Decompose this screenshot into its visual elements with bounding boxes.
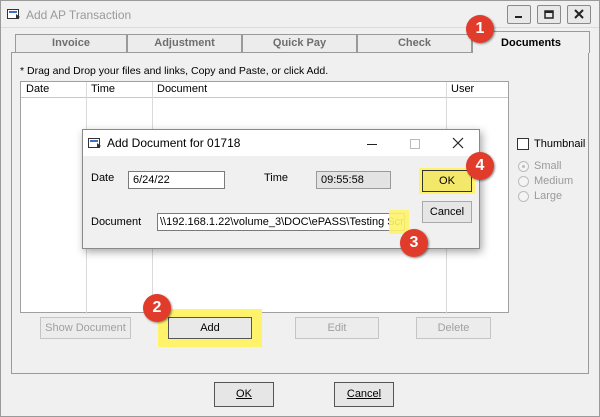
dialog-app-icon — [88, 138, 101, 148]
callout-badge-1: 1 — [466, 15, 494, 43]
thumbnail-label: Thumbnail — [534, 138, 586, 150]
minimize-button[interactable] — [507, 5, 531, 24]
date-field[interactable]: 6/24/22 — [128, 171, 225, 189]
ok-label: OK — [236, 388, 252, 400]
window-title: Add AP Transaction — [26, 8, 132, 22]
time-field: 09:55:58 — [316, 171, 391, 189]
callout-badge-2: 2 — [143, 294, 171, 322]
size-medium-radio[interactable] — [518, 176, 529, 187]
document-label: Document — [91, 216, 142, 228]
tab-adjustment[interactable]: Adjustment — [127, 34, 242, 52]
delete-button[interactable]: Delete — [416, 317, 491, 339]
column-header-user[interactable]: User — [446, 82, 474, 98]
callout-badge-4: 4 — [466, 152, 494, 180]
title-bar: Add AP Transaction — [1, 1, 599, 28]
edit-button[interactable]: Edit — [295, 317, 379, 339]
drag-drop-hint: * Drag and Drop your files and links, Co… — [20, 65, 329, 77]
size-large-label: Large — [534, 190, 563, 202]
restore-button[interactable] — [537, 5, 561, 24]
size-large-radio[interactable] — [518, 191, 529, 202]
app-icon — [7, 9, 20, 19]
minimize-icon — [515, 16, 522, 18]
minimize-icon[interactable] — [366, 138, 378, 150]
column-header-time[interactable]: Time — [86, 82, 115, 98]
size-small-radio[interactable] — [518, 161, 529, 172]
restore-icon — [544, 10, 554, 19]
dialog-title: Add Document for 01718 — [107, 136, 241, 150]
dialog-ok-button[interactable]: OK — [422, 170, 472, 192]
close-icon — [574, 9, 584, 19]
ok-button[interactable]: OK — [214, 382, 274, 407]
callout-badge-3: 3 — [400, 229, 428, 257]
time-label: Time — [264, 172, 289, 184]
show-document-button[interactable]: Show Document — [40, 317, 131, 339]
column-header-document[interactable]: Document — [152, 82, 207, 98]
size-medium-label: Medium — [534, 175, 574, 187]
maximize-icon[interactable] — [409, 138, 421, 150]
cancel-label: Cancel — [346, 388, 382, 400]
dialog-title-bar: Add Document for 01718 — [83, 130, 479, 156]
tab-invoice[interactable]: Invoice — [15, 34, 127, 52]
size-small-label: Small — [534, 160, 562, 172]
tab-quick-pay[interactable]: Quick Pay — [242, 34, 357, 52]
document-path-field[interactable]: \\192.168.1.22\volume_3\DOC\ePASS\Testin… — [157, 213, 405, 231]
dialog-cancel-button[interactable]: Cancel — [422, 201, 472, 223]
tab-check[interactable]: Check — [357, 34, 472, 52]
date-label: Date — [91, 172, 115, 184]
list-header: Date Time Document User — [21, 82, 508, 98]
close-button[interactable] — [567, 5, 591, 24]
cancel-button[interactable]: Cancel — [334, 382, 394, 407]
column-header-date[interactable]: Date — [21, 82, 49, 98]
close-icon[interactable] — [452, 137, 464, 149]
add-button[interactable]: Add — [168, 317, 252, 339]
thumbnail-checkbox[interactable] — [517, 138, 529, 150]
